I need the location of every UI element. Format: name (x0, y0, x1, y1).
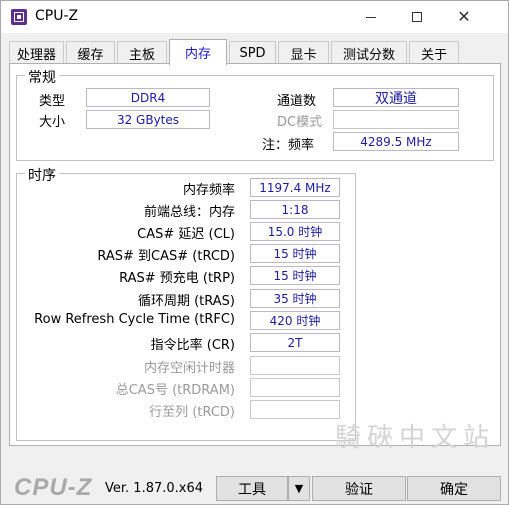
version-label: Ver. 1.87.0.x64 (105, 481, 204, 496)
close-icon: ✕ (457, 7, 471, 26)
channels-value: 双通道 (333, 88, 459, 107)
size-value: 32 GBytes (86, 110, 210, 129)
note-frequency-label: 注：频率 (262, 138, 315, 153)
close-button[interactable]: ✕ (441, 1, 487, 33)
fsb-dram-value: 1:18 (250, 200, 340, 219)
type-label: 类型 (39, 94, 66, 109)
size-label: 大小 (39, 115, 66, 130)
tab-memory[interactable]: 内存 (169, 39, 227, 65)
tools-button[interactable]: 工具 (216, 476, 288, 501)
command-rate-value: 2T (250, 333, 340, 352)
dram-frequency-value: 1197.4 MHz (250, 178, 340, 197)
window-title: CPU-Z (35, 8, 79, 24)
memory-panel: 常规 类型 DDR4 大小 32 GBytes 通道数 双通道 DC模式 注：频… (9, 63, 501, 446)
dc-mode-label: DC模式 (277, 115, 323, 130)
cas-latency-value: 15.0 时钟 (250, 222, 340, 241)
row-to-column-value (250, 400, 340, 419)
cpuz-window: CPU-Z ✕ 处理器 缓存 主板 内存 SPD 显卡 测试分数 关于 常规 类… (0, 0, 509, 505)
tab-processor[interactable]: 处理器 (9, 41, 64, 64)
general-group-title: 常规 (25, 67, 59, 87)
command-rate-label: 指令比率 (CR) (150, 338, 235, 353)
timing-group: 时序 内存频率 1197.4 MHz 前端总线：内存 1:18 CAS# 延迟 … (16, 165, 356, 441)
cpu-z-app-icon (11, 9, 27, 25)
note-frequency-value: 4289.5 MHz (333, 132, 459, 151)
tab-spd[interactable]: SPD (229, 41, 276, 64)
trp-value: 15 时钟 (250, 266, 340, 285)
tab-mainboard[interactable]: 主板 (117, 41, 167, 64)
channels-label: 通道数 (277, 94, 317, 109)
general-group: 常规 类型 DDR4 大小 32 GBytes 通道数 双通道 DC模式 注：频… (16, 67, 494, 161)
type-value: DDR4 (86, 88, 210, 107)
row-to-column-label: 行至列 (tRCD) (149, 405, 235, 420)
tab-bar: 处理器 缓存 主板 内存 SPD 显卡 测试分数 关于 (9, 39, 501, 65)
trfc-label: Row Refresh Cycle Time (tRFC) (34, 312, 235, 327)
tools-dropdown-button[interactable]: ▼ (288, 476, 310, 501)
dc-mode-value (333, 110, 459, 129)
tab-cache[interactable]: 缓存 (66, 41, 115, 64)
maximize-button[interactable] (394, 1, 440, 33)
dram-idle-timer-label: 内存空闲计时器 (143, 361, 235, 376)
title-bar[interactable]: CPU-Z ✕ (1, 1, 508, 33)
dropdown-arrow-icon: ▼ (294, 482, 304, 495)
cas-latency-label: CAS# 延迟 (CL) (137, 227, 235, 242)
trfc-value: 420 时钟 (250, 311, 340, 330)
tab-bench[interactable]: 测试分数 (331, 41, 407, 64)
tras-label: 循环周期 (tRAS) (137, 294, 235, 309)
validate-button[interactable]: 验证 (312, 476, 406, 501)
tras-value: 35 时钟 (250, 289, 340, 308)
minimize-icon (366, 16, 376, 18)
cpuz-logo: CPU-Z (14, 474, 93, 501)
tab-about[interactable]: 关于 (409, 41, 459, 64)
maximize-icon (412, 12, 422, 22)
tab-graphics[interactable]: 显卡 (278, 41, 329, 64)
dram-idle-timer-value (250, 356, 340, 375)
ok-button[interactable]: 确定 (407, 476, 501, 501)
dram-frequency-label: 内存频率 (182, 183, 235, 198)
trdram-value (250, 378, 340, 397)
watermark-text: 騎硤中文站 (335, 423, 496, 453)
fsb-dram-label: 前端总线：内存 (143, 205, 235, 220)
trp-label: RAS# 预充电 (tRP) (119, 271, 235, 286)
trdram-label: 总CAS号 (tRDRAM) (115, 383, 235, 398)
trcd-label: RAS# 到CAS# (tRCD) (97, 249, 235, 264)
trcd-value: 15 时钟 (250, 244, 340, 263)
minimize-button[interactable] (348, 1, 394, 33)
